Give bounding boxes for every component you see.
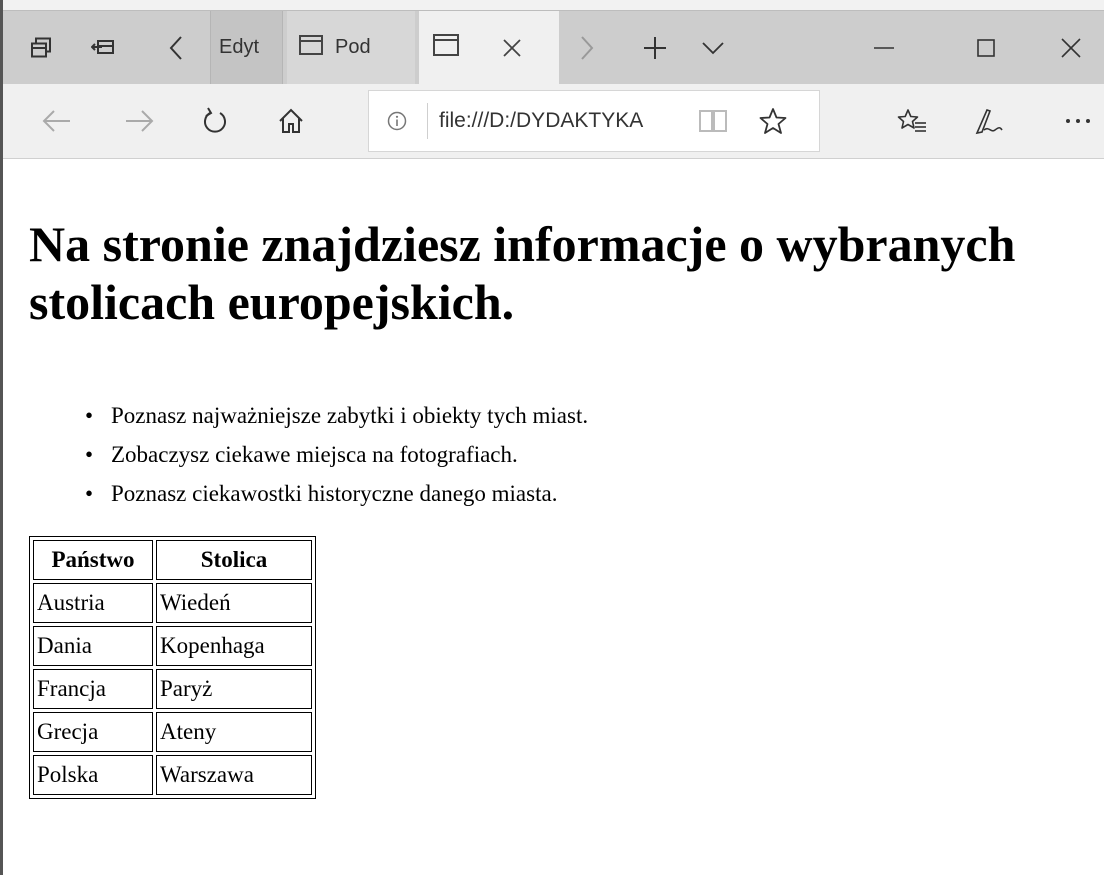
- tab-bar: Edyt Pod: [3, 11, 1104, 84]
- list-item: Poznasz ciekawostki historyczne danego m…: [33, 474, 588, 513]
- browser-window: Edyt Pod file:///D:/DYDAKTYKA Na stronie…: [0, 0, 1104, 875]
- table-cell: Dania: [33, 626, 153, 666]
- table-cell: Ateny: [156, 712, 312, 752]
- table-cell: Francja: [33, 669, 153, 709]
- page-icon: [299, 34, 323, 61]
- table-cell: Wiedeń: [156, 583, 312, 623]
- table-cell: Paryż: [156, 669, 312, 709]
- address-url-text[interactable]: file:///D:/DYDAKTYKA: [439, 91, 689, 151]
- address-divider: [427, 103, 428, 139]
- home-icon[interactable]: [269, 84, 313, 158]
- table-cell: Austria: [33, 583, 153, 623]
- table-row: Grecja Ateny: [33, 712, 312, 752]
- table-cell: Kopenhaga: [156, 626, 312, 666]
- page-icon: [433, 33, 459, 62]
- capitals-table: Państwo Stolica Austria Wiedeń Dania Kop…: [29, 536, 316, 799]
- close-tab-icon[interactable]: [503, 11, 521, 84]
- scroll-tabs-left-icon[interactable]: [158, 11, 194, 84]
- reading-view-icon[interactable]: [699, 91, 727, 151]
- pen-icon[interactable]: [963, 84, 1013, 158]
- list-item: Zobaczysz ciekawe miejsca na fotografiac…: [33, 435, 588, 474]
- set-aside-tabs-icon[interactable]: [83, 11, 123, 84]
- favorites-hub-icon[interactable]: [887, 84, 937, 158]
- minimize-icon[interactable]: [849, 11, 919, 84]
- close-window-icon[interactable]: [1043, 11, 1099, 84]
- refresh-icon[interactable]: [193, 84, 237, 158]
- desktop-strip: [0, 0, 1104, 11]
- star-icon[interactable]: [759, 91, 787, 151]
- tab-podglad[interactable]: Pod: [287, 11, 415, 84]
- column-header: Stolica: [156, 540, 312, 580]
- new-tab-icon[interactable]: [635, 11, 675, 84]
- column-header: Państwo: [33, 540, 153, 580]
- more-icon[interactable]: [1053, 84, 1103, 158]
- forward-arrow-icon[interactable]: [115, 84, 163, 158]
- chevron-down-icon[interactable]: [693, 11, 733, 84]
- table-cell: Polska: [33, 755, 153, 795]
- table-row: Austria Wiedeń: [33, 583, 312, 623]
- info-icon[interactable]: [387, 91, 407, 151]
- maximize-icon[interactable]: [951, 11, 1021, 84]
- feature-list: Poznasz najważniejsze zabytki i obiekty …: [33, 396, 588, 513]
- navigation-bar: file:///D:/DYDAKTYKA: [3, 84, 1104, 159]
- address-bar[interactable]: file:///D:/DYDAKTYKA: [368, 90, 820, 152]
- tab-label: Edyt: [219, 36, 260, 58]
- table-cell: Warszawa: [156, 755, 312, 795]
- tab-edytor[interactable]: Edyt: [210, 11, 283, 84]
- back-arrow-icon[interactable]: [33, 84, 81, 158]
- table-header-row: Państwo Stolica: [33, 540, 312, 580]
- page-content: Na stronie znajdziesz informacje o wybra…: [3, 159, 1104, 875]
- table-row: Francja Paryż: [33, 669, 312, 709]
- scroll-tabs-right-icon[interactable]: [569, 11, 605, 84]
- tab-preview-icon[interactable]: [21, 11, 61, 84]
- page-title: Na stronie znajdziesz informacje o wybra…: [29, 216, 1016, 330]
- table-row: Polska Warszawa: [33, 755, 312, 795]
- tab-label: Pod: [335, 36, 371, 58]
- table-row: Dania Kopenhaga: [33, 626, 312, 666]
- list-item: Poznasz najważniejsze zabytki i obiekty …: [33, 396, 588, 435]
- tab-active[interactable]: [419, 11, 559, 84]
- table-cell: Grecja: [33, 712, 153, 752]
